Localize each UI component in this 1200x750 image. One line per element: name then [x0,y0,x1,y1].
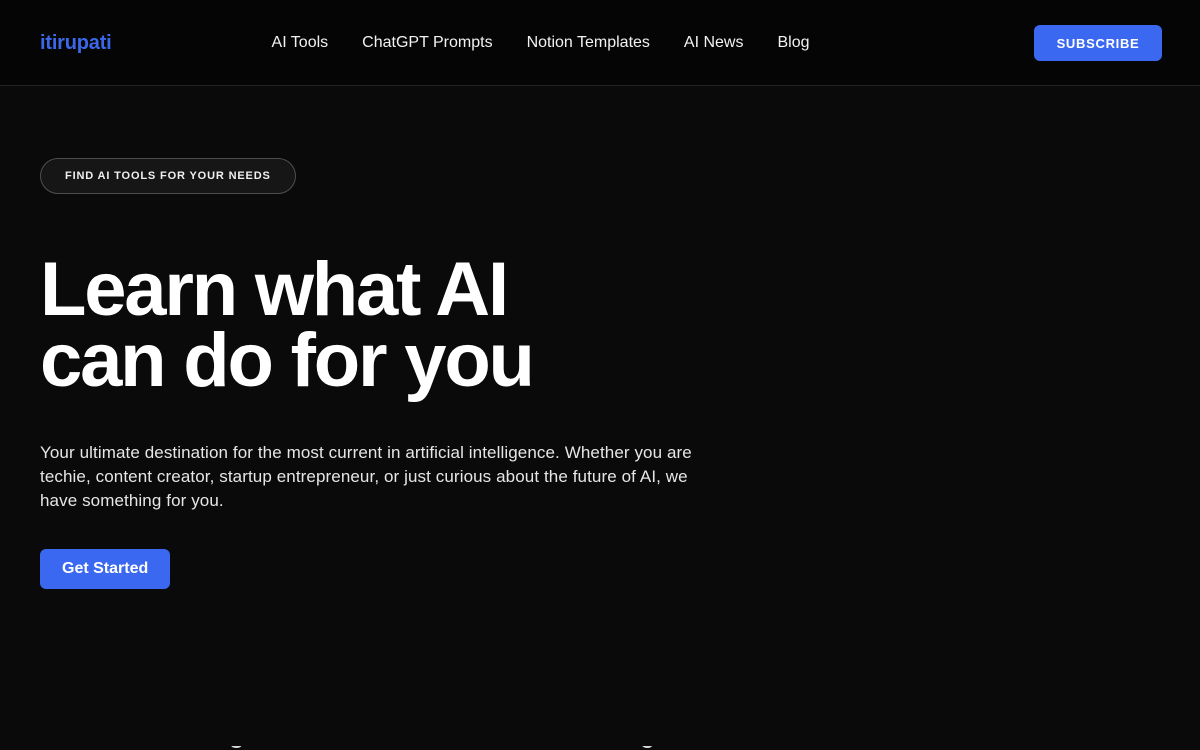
nav-item-notion-templates[interactable]: Notion Templates [527,34,650,51]
below-fold-peek: S C [0,746,1200,750]
brand-logo[interactable]: itirupati [40,33,112,53]
hero-eyebrow-pill[interactable]: FIND AI TOOLS FOR YOUR NEEDS [40,158,296,194]
primary-navigation: AI Tools ChatGPT Prompts Notion Template… [272,34,810,51]
nav-item-ai-tools[interactable]: AI Tools [272,34,329,51]
page-title: Learn what AI can do for you [40,247,1160,404]
subscribe-button[interactable]: SUBSCRIBE [1034,25,1162,61]
site-header: itirupati AI Tools ChatGPT Prompts Notio… [0,0,1200,86]
page-title-line-1: Learn what AI [40,247,509,332]
hero-section: FIND AI TOOLS FOR YOUR NEEDS Learn what … [0,86,1200,589]
nav-item-ai-news[interactable]: AI News [684,34,744,51]
nav-item-chatgpt-prompts[interactable]: ChatGPT Prompts [362,34,492,51]
below-fold-peek-left: S [230,746,243,750]
nav-item-blog[interactable]: Blog [777,34,809,51]
below-fold-peek-right: C [640,746,654,750]
page-title-line-2: can do for you [40,318,535,404]
get-started-button[interactable]: Get Started [40,548,171,589]
hero-subtitle: Your ultimate destination for the most c… [40,442,692,510]
